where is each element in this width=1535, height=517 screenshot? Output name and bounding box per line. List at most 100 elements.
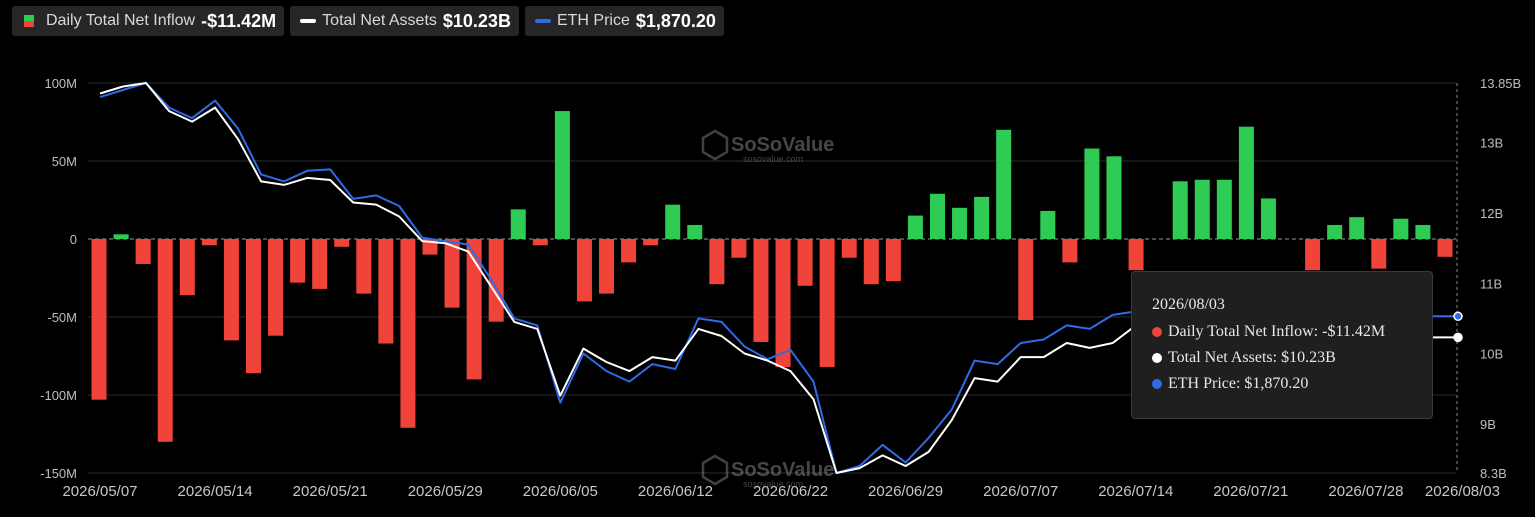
y-left-tick-label: -100M [40,388,77,403]
inflow-bar [599,239,615,294]
watermark: SoSoValuesosovalue.com [701,129,834,164]
inflow-bar [334,239,350,247]
y-left-tick-label: 100M [44,76,77,91]
tooltip-eth: ETH Price: $1,870.20 [1168,375,1309,392]
inflow-bar [1084,148,1100,239]
y-right-tick-label: 13B [1480,136,1503,151]
inflow-bar [1260,198,1276,239]
inflow-bar [201,239,217,246]
inflow-bar [245,239,261,374]
inflow-bar [797,239,813,286]
inflow-bar [863,239,879,285]
inflow-bar [532,239,548,246]
tooltip-date: 2026/08/03 [1152,296,1225,313]
x-tick-label: 2026/06/22 [753,483,828,500]
x-tick-label: 2026/07/28 [1328,483,1403,500]
x-tick-label: 2026/07/07 [983,483,1058,500]
inflow-bar [753,239,769,342]
inflow-bar [179,239,195,296]
inflow-bar [643,239,659,246]
inflow-bar [819,239,835,367]
inflow-bar [1106,156,1122,239]
inflow-bar [1062,239,1078,263]
inflow-bar [1216,179,1232,239]
inflow-bar [1040,210,1056,239]
inflow-bar [356,239,372,294]
x-tick-label: 2026/05/21 [293,483,368,500]
inflow-bar [996,129,1012,239]
inflow-bar [1194,179,1210,239]
inflow-bar [775,239,791,367]
watermark-url: sosovalue.com [743,154,803,164]
inflow-bar [113,234,129,239]
y-left-tick-label: -150M [40,466,77,481]
y-left-tick-label: 0 [70,232,77,247]
inflow-bar [444,239,460,308]
assets-endpoint-marker [1453,332,1463,343]
white-dot-icon [1152,353,1162,363]
inflow-bar [929,193,945,239]
inflow-bar [665,204,681,239]
tooltip-inflow-row: Daily Total Net Inflow: -$11.42M [1152,323,1385,341]
inflow-bar [1437,239,1453,257]
x-tick-label: 2026/05/07 [62,483,137,500]
inflow-bar [576,239,592,302]
tooltip-assets-row: Total Net Assets: $10.23B [1152,349,1336,367]
x-tick-label: 2026/07/21 [1213,483,1288,500]
inflow-bar [1172,181,1188,239]
inflow-bar [1393,218,1409,239]
y-right-tick-label: 11B [1480,276,1502,291]
y-left-tick-label: 50M [52,154,77,169]
inflow-bar [1238,126,1254,239]
inflow-bar [1349,217,1365,239]
inflow-bar [709,239,725,285]
y-right-tick-label: 10B [1480,347,1503,362]
y-right-tick-label: 12B [1480,206,1503,221]
inflow-bar [1305,239,1321,271]
tooltip-inflow: Daily Total Net Inflow: -$11.42M [1168,323,1386,340]
y-right-tick-label: 8.3B [1480,466,1507,481]
inflow-bar [268,239,284,336]
watermarks: SoSoValuesosovalue.comSoSoValuesosovalue… [701,129,834,489]
inflow-bar [1018,239,1034,321]
inflow-bar [554,111,570,239]
inflow-bar [510,209,526,239]
inflow-bar [290,239,306,283]
inflow-bar [135,239,151,264]
sosovalue-logo-icon [701,129,729,161]
inflow-bar [1128,239,1144,271]
inflow-bar [687,224,703,239]
inflow-bar [952,207,968,239]
watermark-brand: SoSoValue [731,134,834,156]
red-dot-icon [1152,327,1162,337]
tooltip-assets: Total Net Assets: $10.23B [1168,349,1336,366]
chart-canvas[interactable]: SoSoValuesosovalue.comSoSoValuesosovalue… [0,0,1535,517]
y-right-tick-label: 9B [1480,417,1496,432]
tooltip-eth-row: ETH Price: $1,870.20 [1152,375,1308,393]
inflow-bar [312,239,328,289]
inflow-bar [885,239,901,282]
x-tick-label: 2026/05/14 [178,483,253,500]
blue-dot-icon [1152,379,1162,389]
inflow-bar [378,239,394,344]
inflow-bar [157,239,173,442]
inflow-bar [621,239,637,263]
x-tick-label: 2026/07/14 [1098,483,1173,500]
inflow-bar [223,239,239,341]
inflow-bar [91,239,107,400]
inflow-bar [1371,239,1387,269]
watermark-brand: SoSoValue [731,459,834,481]
inflow-bar [907,215,923,239]
x-tick-label: 2026/05/29 [408,483,483,500]
x-tick-label: 2026/06/29 [868,483,943,500]
inflow-bar [974,196,990,239]
inflow-bar [841,239,857,258]
inflow-bar [400,239,416,428]
x-tick-label: 2026/06/05 [523,483,598,500]
y-right-tick-label: 13.85B [1480,76,1521,91]
tooltip: 2026/08/03 Daily Total Net Inflow: -$11.… [1131,271,1433,419]
eth-endpoint-marker [1453,311,1463,322]
inflow-bar [1327,224,1343,239]
x-tick-label: 2026/08/03 [1425,483,1500,500]
inflow-bar [1415,224,1431,239]
